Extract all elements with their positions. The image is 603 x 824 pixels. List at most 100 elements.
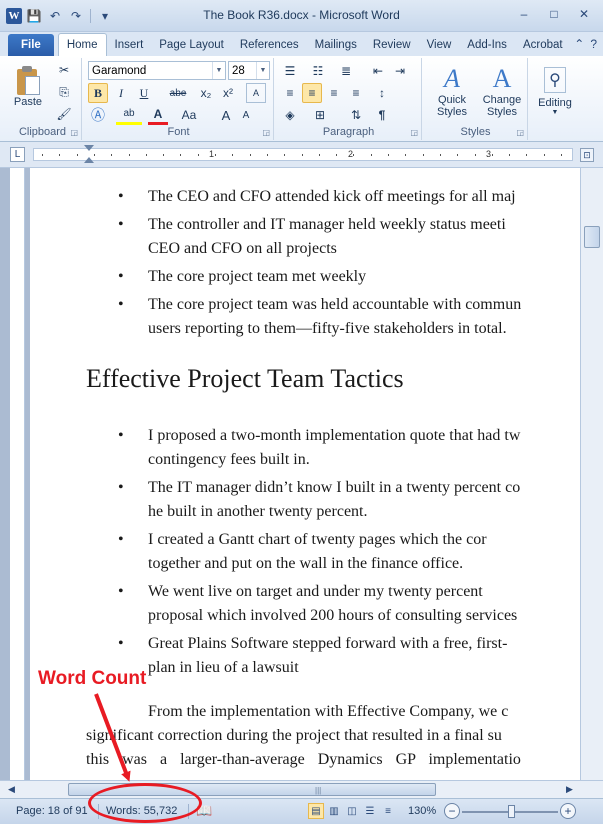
minimize-button[interactable]: –	[511, 5, 537, 23]
dialog-launcher-icon[interactable]: ◲	[516, 128, 524, 137]
tab-home[interactable]: Home	[57, 33, 107, 56]
hanging-indent-marker[interactable]	[84, 157, 94, 163]
tab-page-layout[interactable]: Page Layout	[151, 34, 232, 56]
bold-button[interactable]: B	[88, 83, 108, 103]
tab-add-ins[interactable]: Add-Ins	[459, 34, 515, 56]
align-right-icon[interactable]: ≡	[324, 83, 344, 103]
multilevel-list-icon[interactable]: ≣	[336, 61, 356, 81]
font-color-button[interactable]: A	[148, 105, 168, 125]
scroll-right-icon[interactable]: ▶	[566, 784, 573, 795]
underline-button[interactable]: U	[134, 83, 154, 103]
editing-button[interactable]: ⚲ Editing ▼	[532, 58, 578, 124]
strikethrough-button[interactable]: abe	[164, 83, 192, 103]
bullet-list-bottom: I proposed a two-month implementation qu…	[30, 424, 580, 684]
list-item[interactable]: The controller and IT manager held weekl…	[30, 213, 580, 261]
tab-file[interactable]: File	[8, 34, 54, 56]
paste-button[interactable]: Paste	[10, 60, 46, 114]
format-painter-icon[interactable]: 🖌	[54, 104, 74, 124]
help-icon[interactable]: ?	[590, 37, 597, 51]
align-center-icon[interactable]: ≡	[302, 83, 322, 103]
increase-indent-icon[interactable]: ⇥	[390, 61, 410, 81]
quick-styles-label-1: Quick	[437, 94, 467, 106]
ruler-tick	[180, 154, 181, 156]
superscript-button[interactable]: x²	[218, 83, 238, 103]
copy-icon[interactable]: ⎘	[54, 82, 74, 102]
list-item[interactable]: I created a Gantt chart of twenty pages …	[30, 528, 580, 576]
show-formatting-marks-button[interactable]: ¶	[372, 105, 392, 125]
section-heading[interactable]: Effective Project Team Tactics	[86, 364, 404, 394]
shading-icon[interactable]: ◈	[280, 105, 300, 125]
change-styles-button[interactable]: A Change Styles	[478, 58, 526, 124]
subscript-button[interactable]: x₂	[196, 83, 216, 103]
ruler-tick	[284, 154, 285, 156]
ruler-tick	[423, 154, 424, 156]
line-spacing-icon[interactable]: ↕	[372, 83, 392, 103]
sort-icon[interactable]: ⇅	[346, 105, 366, 125]
body-paragraph-line[interactable]: significant correction during the projec…	[86, 724, 580, 748]
vertical-ruler[interactable]	[10, 168, 25, 780]
close-button[interactable]: ✕	[571, 5, 597, 23]
tab-references[interactable]: References	[232, 34, 307, 56]
zoom-slider-thumb[interactable]	[508, 805, 515, 818]
tab-review[interactable]: Review	[365, 34, 419, 56]
justify-icon[interactable]: ≡	[346, 83, 366, 103]
view-ruler-icon[interactable]: ⊡	[580, 148, 594, 162]
tab-insert[interactable]: Insert	[107, 34, 152, 56]
chevron-down-icon[interactable]: ▼	[256, 62, 269, 79]
ruler-tick	[198, 154, 199, 156]
list-item[interactable]: The IT manager didn’t know I built in a …	[30, 476, 580, 524]
list-item[interactable]: The CEO and CFO attended kick off meetin…	[30, 185, 580, 209]
list-item[interactable]: We went live on target and under my twen…	[30, 580, 580, 628]
horizontal-ruler[interactable]: 1 2 3	[33, 145, 573, 163]
zoom-level[interactable]: 130%	[408, 805, 436, 817]
tab-mailings[interactable]: Mailings	[307, 34, 365, 56]
dialog-launcher-icon[interactable]: ◲	[70, 128, 78, 137]
highlight-color-button[interactable]: ab	[116, 105, 142, 125]
page-count-status[interactable]: Page: 18 of 91	[16, 805, 88, 817]
clear-formatting-button[interactable]: A	[246, 83, 266, 103]
borders-icon[interactable]: ⊞	[310, 105, 330, 125]
full-screen-reading-icon[interactable]: ▥	[326, 803, 342, 819]
shrink-font-button[interactable]: A	[236, 105, 256, 125]
bullets-icon[interactable]: ☰	[280, 61, 300, 81]
dialog-launcher-icon[interactable]: ◲	[410, 128, 418, 137]
body-paragraph-line[interactable]: this was a larger-than-average Dynamics …	[86, 748, 580, 772]
print-layout-icon[interactable]: ▤	[308, 803, 324, 819]
title-bar: W 💾 ↶ ↷ ▾ The Book R36.docx - Microsoft …	[0, 0, 603, 32]
font-size-combo[interactable]: 28 ▼	[228, 61, 270, 80]
tab-selector-button[interactable]: L	[10, 147, 25, 162]
draft-icon[interactable]: ≡	[380, 803, 396, 819]
list-item[interactable]: The core project team met weekly	[30, 265, 580, 289]
decrease-indent-icon[interactable]: ⇤	[368, 61, 388, 81]
vertical-scroll-thumb[interactable]	[584, 226, 600, 248]
body-paragraph-line[interactable]: From the implementation with Effective C…	[86, 700, 580, 724]
list-item[interactable]: The core project team was held accountab…	[30, 293, 580, 341]
minimize-ribbon-icon[interactable]: ⌃	[574, 37, 584, 51]
web-layout-icon[interactable]: ◫	[344, 803, 360, 819]
text-effects-icon[interactable]: Ⓐ	[88, 105, 108, 125]
change-case-button[interactable]: Aa	[176, 105, 202, 125]
numbering-icon[interactable]: ☷	[308, 61, 328, 81]
ruler-row: L 1 2 3 ⊡	[0, 142, 603, 168]
font-name-combo[interactable]: Garamond ▼	[88, 61, 226, 80]
align-left-icon[interactable]: ≡	[280, 83, 300, 103]
cut-icon[interactable]: ✂	[54, 60, 74, 80]
list-item[interactable]: I proposed a two-month implementation qu…	[30, 424, 580, 472]
first-line-indent-marker[interactable]	[84, 145, 94, 151]
zoom-in-button[interactable]: +	[560, 803, 576, 819]
vertical-scrollbar[interactable]	[580, 168, 603, 780]
grow-font-button[interactable]: A	[216, 105, 236, 125]
ruler-tick	[544, 154, 545, 156]
scroll-left-icon[interactable]: ◀	[8, 784, 15, 795]
chevron-down-icon[interactable]: ▼	[212, 62, 225, 79]
editing-group: ⚲ Editing ▼	[530, 58, 578, 140]
dialog-launcher-icon[interactable]: ◲	[262, 128, 270, 137]
ruler-tick	[250, 154, 251, 156]
zoom-out-button[interactable]: −	[444, 803, 460, 819]
quick-styles-button[interactable]: A Quick Styles	[428, 58, 476, 124]
tab-acrobat[interactable]: Acrobat	[515, 34, 571, 56]
italic-button[interactable]: I	[111, 83, 131, 103]
maximize-button[interactable]: □	[541, 5, 567, 23]
outline-icon[interactable]: ☰	[362, 803, 378, 819]
tab-view[interactable]: View	[419, 34, 460, 56]
